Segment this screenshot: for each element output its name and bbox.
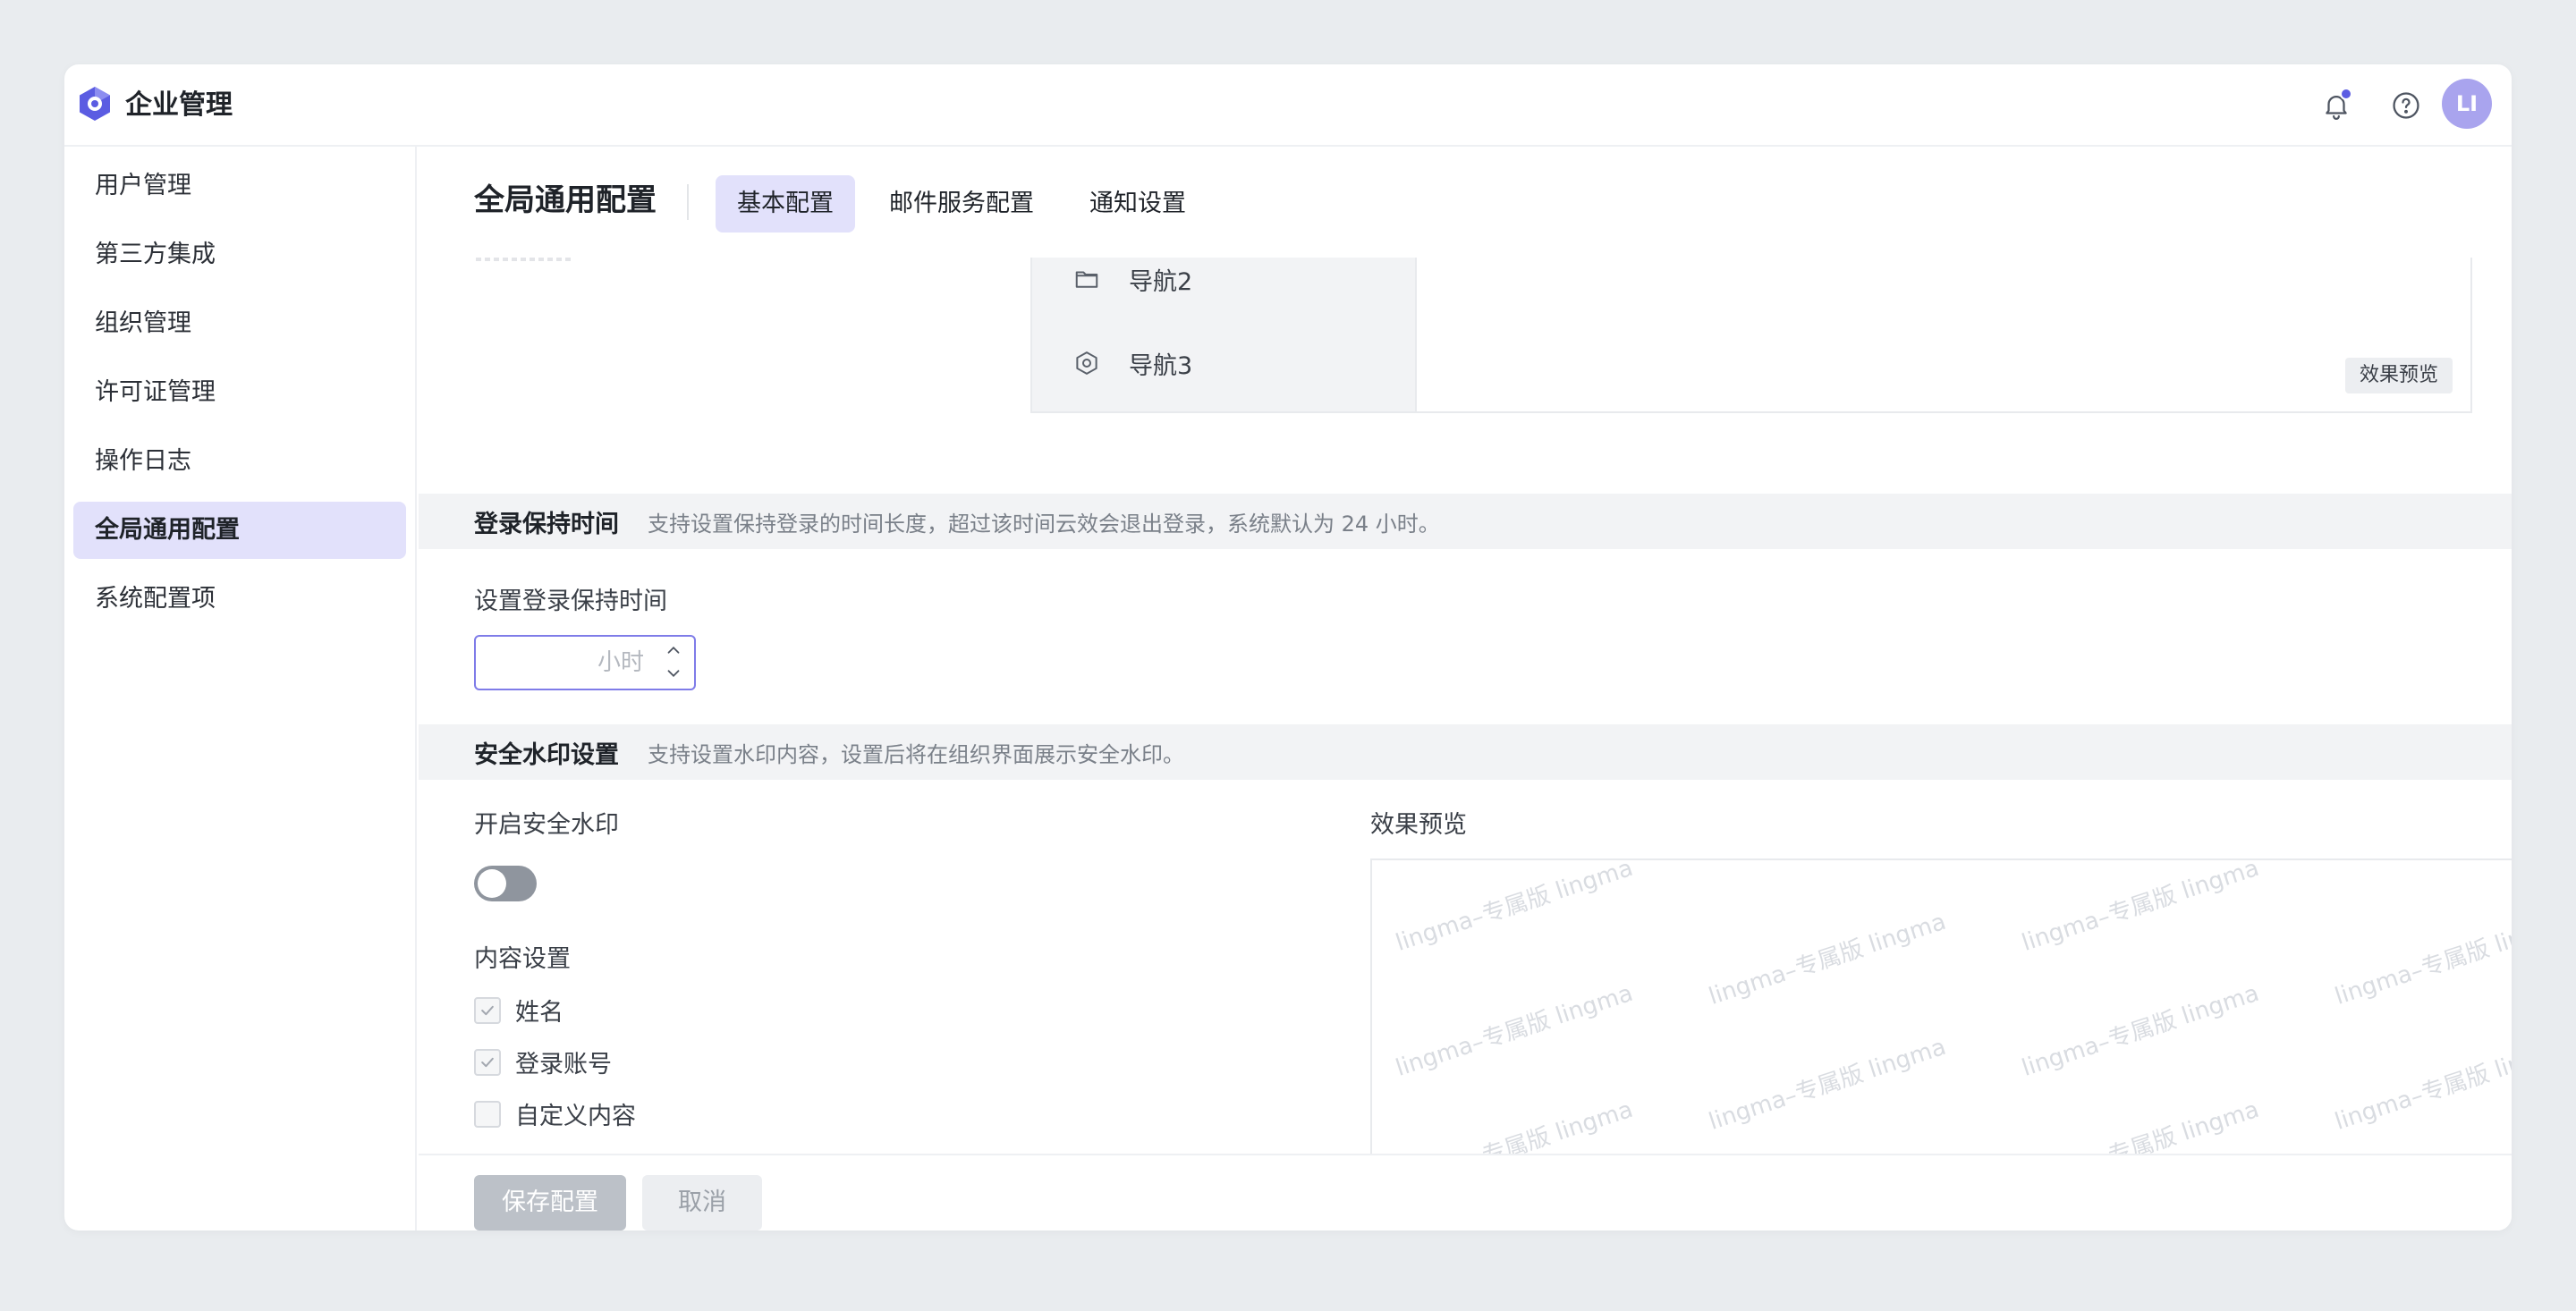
app-window: 企业管理 LI 用户管理 第三方集成 组织管理 许可证管理 操作日志 全局通用配… [64,64,2512,1231]
watermark-section-header: 安全水印设置 支持设置水印内容，设置后将在组织界面展示安全水印。 [419,724,2512,780]
watermark-enable-label: 开启安全水印 [474,811,619,839]
watermark-text: lingma–专属版 lingma [1392,1095,1637,1154]
checkbox-box[interactable] [474,996,501,1024]
watermark-text: lingma–专属版 lingma [2018,979,2263,1082]
checkbox-label: 登录账号 [515,1051,612,1078]
watermark-text: lingma–专属版 lingma [1392,979,1637,1082]
sidebar-item-system-config[interactable]: 系统配置项 [73,571,406,628]
chevron-up-icon[interactable] [664,640,683,662]
watermark-text: lingma–专属版 lingma [1705,908,1950,1011]
help-button[interactable] [2385,84,2428,127]
header-divider [687,184,689,220]
main-content: 全局通用配置 基本配置 邮件服务配置 通知设置 导航2 导航3 效果预览 登录保… [419,147,2512,1231]
app-logo-icon [80,87,110,121]
checkbox-login-account[interactable]: 登录账号 [474,1045,612,1079]
watermark-text: lingma–专属版 lingma [2331,1033,2512,1136]
watermark-preview-box: lingma–专属版 lingma lingma–专属版 lingma ling… [1370,858,2512,1154]
sidebar-item-global-config[interactable]: 全局通用配置 [73,502,406,559]
checkbox-box[interactable] [474,1048,501,1076]
section-title: 登录保持时间 [474,510,619,538]
checkbox-custom-content[interactable]: 自定义内容 [474,1096,636,1131]
tab-notification[interactable]: 通知设置 [1068,175,1208,233]
nav-preview-panel: 导航2 导航3 [1032,258,1417,411]
watermark-preview-label: 效果预览 [1370,811,1467,839]
nav-preview-label: 导航3 [1129,351,1193,380]
watermark-text: lingma–专属版 lingma [2018,858,2263,957]
sidebar-item-license[interactable]: 许可证管理 [73,364,406,421]
number-stepper[interactable] [658,640,689,685]
clipped-label [476,258,574,261]
folder-icon [1075,271,1098,288]
checkbox-box[interactable] [474,1100,501,1128]
sidebar-item-users[interactable]: 用户管理 [73,157,406,215]
watermark-text: lingma–专属版 lingma [2018,1095,2263,1154]
checkmark-icon [481,1005,494,1015]
page-title: 全局通用配置 [474,182,657,218]
checkbox-name[interactable]: 姓名 [474,993,564,1028]
form-footer: 保存配置 取消 [419,1154,2512,1231]
nav-preview-label: 导航2 [1129,267,1193,296]
top-bar: 企业管理 LI [64,64,2512,147]
section-description: 支持设置保持登录的时间长度，超过该时间云效会退出登录，系统默认为 24 小时。 [648,511,1440,537]
input-placeholder: 小时 [597,649,644,676]
user-avatar[interactable]: LI [2442,79,2492,129]
sidebar-item-integrations[interactable]: 第三方集成 [73,226,406,283]
hexagon-icon [1076,351,1097,375]
save-config-button[interactable]: 保存配置 [474,1175,626,1231]
checkbox-label: 自定义内容 [515,1103,636,1130]
watermark-text: lingma–专属版 lingma [1392,858,1637,957]
content-settings-label: 内容设置 [474,945,571,973]
session-duration-label: 设置登录保持时间 [474,588,667,615]
watermark-text: lingma–专属版 lingma [2331,908,2512,1011]
session-duration-input[interactable]: 小时 [474,635,696,690]
watermark-text: lingma–专属版 lingma [1705,1033,1950,1136]
nav-preview-item: 导航2 [1073,258,1192,300]
nav-preview-box: 导航2 导航3 效果预览 [1030,258,2472,413]
app-title: 企业管理 [125,89,233,121]
notification-button[interactable] [2315,84,2358,127]
login-session-section-header: 登录保持时间 支持设置保持登录的时间长度，超过该时间云效会退出登录，系统默认为 … [419,494,2512,549]
section-description: 支持设置水印内容，设置后将在组织界面展示安全水印。 [648,741,1184,767]
preview-tag: 效果预览 [2344,358,2453,393]
watermark-toggle[interactable] [474,866,537,901]
nav-preview-item: 导航3 [1073,342,1192,385]
page-header: 全局通用配置 基本配置 邮件服务配置 通知设置 [419,147,2512,258]
checkbox-label: 姓名 [515,999,564,1027]
help-icon [2393,92,2419,119]
sidebar-item-organization[interactable]: 组织管理 [73,295,406,352]
section-title: 安全水印设置 [474,740,619,769]
tab-basic-config[interactable]: 基本配置 [716,175,855,233]
scroll-content[interactable]: 导航2 导航3 效果预览 登录保持时间 支持设置保持登录的时间长度，超过该时间云… [419,258,2512,1154]
chevron-down-icon[interactable] [664,664,683,685]
tab-mail-service[interactable]: 邮件服务配置 [868,175,1055,233]
checkmark-icon [481,1057,494,1067]
sidebar-item-audit-log[interactable]: 操作日志 [73,433,406,490]
tab-bar: 基本配置 邮件服务配置 通知设置 [716,175,1220,233]
notification-dot [2340,88,2352,100]
cancel-button[interactable]: 取消 [642,1175,762,1231]
sidebar: 用户管理 第三方集成 组织管理 许可证管理 操作日志 全局通用配置 系统配置项 [64,147,417,1231]
